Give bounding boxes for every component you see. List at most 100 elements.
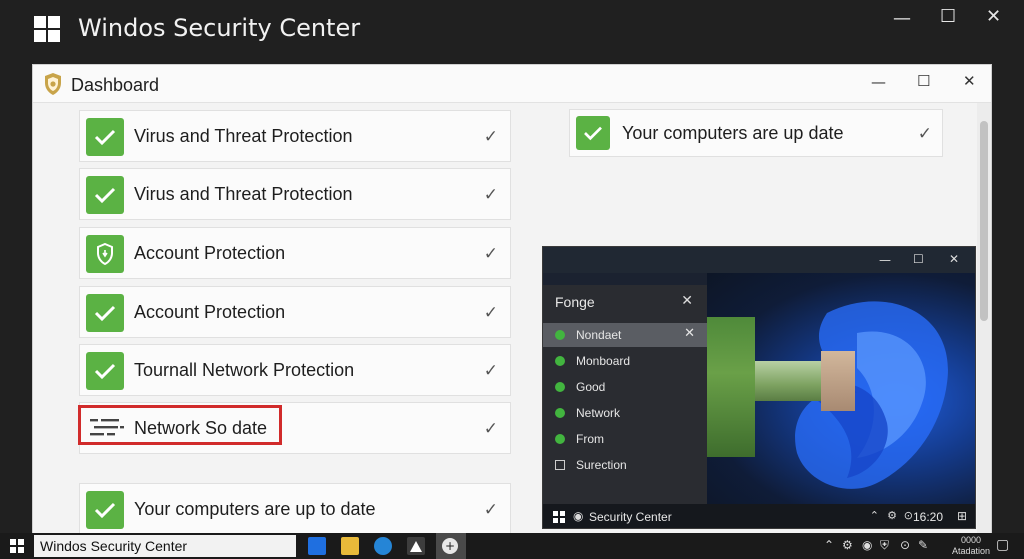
- minimize-button[interactable]: —: [893, 10, 911, 28]
- menu-item-monboard[interactable]: Monboard: [543, 349, 707, 373]
- dashboard-title: Dashboard: [71, 75, 160, 95]
- file-explorer-icon[interactable]: [341, 537, 359, 555]
- status-item-computers-up-date[interactable]: Your computers are up date ✓: [569, 109, 943, 157]
- notification-center-icon[interactable]: ▢: [996, 537, 1009, 553]
- active-app-slot[interactable]: +: [436, 533, 466, 559]
- checkmark-icon: ✓: [483, 361, 498, 381]
- checkmark-icon: ✓: [483, 303, 498, 323]
- check-icon: [86, 176, 124, 214]
- menu-item-nondaet[interactable]: Nondaet ✕: [543, 323, 707, 347]
- status-item-label: Account Protection: [134, 302, 286, 322]
- shield-icon: [86, 235, 124, 273]
- close-button[interactable]: ✕: [986, 8, 1001, 26]
- flyout-close-button[interactable]: ✕: [681, 293, 693, 309]
- status-item-label: Network So date: [134, 418, 268, 438]
- portrait-photo-image: [821, 351, 855, 411]
- status-dot-icon: [555, 408, 565, 418]
- status-item-account-2[interactable]: Account Protection ✓: [79, 286, 511, 338]
- status-item-label: Your computers are up to date: [134, 499, 376, 519]
- nested-maximize-button[interactable]: ☐: [913, 252, 924, 266]
- nested-taskbar: ◉ Security Center ⌃ ⚙ ⊙ 16:20 ⊞: [543, 504, 975, 528]
- tray-up-arrow-icon[interactable]: ⌃: [870, 509, 879, 522]
- start-button[interactable]: [10, 539, 24, 553]
- flyout-menu: Fonge ✕ Nondaet ✕ Monboard Good Network …: [543, 285, 707, 504]
- dashboard-minimize-button[interactable]: —: [871, 73, 886, 91]
- nested-clock: 16:20: [912, 510, 943, 524]
- taskbar: Windos Security Center + ⌃ ⚙ ◉ ⛨ ⊙ ✎ 000…: [0, 533, 1024, 559]
- windows-logo-icon: [34, 16, 60, 42]
- checkmark-icon: ✓: [483, 500, 498, 520]
- check-icon: [86, 294, 124, 332]
- checkmark-icon: ✓: [483, 185, 498, 205]
- app-title: Windos Security Center: [78, 14, 361, 42]
- menu-item-label: From: [576, 432, 604, 446]
- status-dot-icon: [555, 356, 565, 366]
- dashboard-close-button[interactable]: ✕: [963, 72, 976, 90]
- tray-volume-icon[interactable]: ⊙: [900, 538, 910, 552]
- dashboard-maximize-button[interactable]: ☐: [917, 72, 930, 90]
- menu-item-label: Good: [576, 380, 606, 394]
- windows-app-icon[interactable]: [308, 537, 326, 555]
- checkmark-icon: ✓: [917, 124, 932, 144]
- house-photo-image: [755, 361, 825, 401]
- status-item-label: Your computers are up date: [622, 123, 844, 143]
- status-dot-icon: [555, 382, 565, 392]
- flyout-title: Fonge: [555, 294, 595, 310]
- status-item-virus-1[interactable]: Virus and Threat Protection ✓: [79, 110, 511, 162]
- status-item-virus-2[interactable]: Virus and Threat Protection ✓: [79, 168, 511, 220]
- paint-app-icon[interactable]: [407, 537, 425, 555]
- checkmark-icon: ✓: [483, 244, 498, 264]
- scrollbar[interactable]: [977, 103, 991, 533]
- tray-pen-icon[interactable]: ✎: [918, 538, 928, 552]
- menu-item-good[interactable]: Good: [543, 375, 707, 399]
- shield-icon: [45, 73, 61, 95]
- network-lines-icon: [90, 419, 124, 436]
- scrollbar-thumb[interactable]: [980, 121, 988, 321]
- landscape-photo-image: [707, 317, 755, 457]
- taskbar-search-text: Windos Security Center: [40, 538, 188, 554]
- status-dot-icon: [555, 434, 565, 444]
- check-icon: [86, 118, 124, 156]
- outer-title-bar: Windos Security Center — ☐ ✕: [0, 0, 1024, 60]
- volume-tray-icon[interactable]: ⊙: [904, 509, 913, 522]
- taskbar-search-box[interactable]: Windos Security Center: [34, 535, 296, 557]
- checkmark-icon: ✓: [483, 419, 498, 439]
- nested-title-bar: — ☐ ✕: [543, 247, 975, 273]
- check-icon: [86, 491, 124, 529]
- taskbar-clock[interactable]: 0000 Atadation: [952, 535, 990, 557]
- nested-taskbar-label[interactable]: Security Center: [589, 510, 672, 524]
- status-item-network-date[interactable]: Network So date ✓: [78, 402, 511, 454]
- status-item-label: Virus and Threat Protection: [134, 184, 353, 204]
- tray-up-arrow-icon[interactable]: ⌃: [824, 538, 834, 552]
- dashboard-title-bar: Dashboard — ☐ ✕: [33, 65, 991, 103]
- edge-browser-icon[interactable]: [374, 537, 392, 555]
- status-item-label: Virus and Threat Protection: [134, 126, 353, 146]
- clock-date: Atadation: [951, 546, 990, 556]
- status-item-account-1[interactable]: Account Protection ✓: [79, 227, 511, 279]
- menu-item-network[interactable]: Network: [543, 401, 707, 425]
- square-icon: [555, 460, 565, 470]
- maximize-button[interactable]: ☐: [940, 8, 956, 26]
- close-icon[interactable]: ✕: [684, 326, 695, 341]
- status-item-up-to-date[interactable]: Your computers are up to date ✓: [79, 483, 511, 535]
- windows-logo-icon[interactable]: [553, 511, 565, 523]
- menu-item-label: Nondaet: [576, 328, 622, 342]
- security-center-icon[interactable]: ◉: [573, 509, 583, 523]
- menu-item-from[interactable]: From: [543, 427, 707, 451]
- menu-item-surection[interactable]: Surection: [543, 453, 707, 477]
- status-item-label: Tournall Network Protection: [134, 360, 355, 380]
- nested-close-button[interactable]: ✕: [949, 252, 959, 266]
- notification-icon[interactable]: ⊞: [957, 509, 967, 523]
- checkmark-icon: ✓: [483, 127, 498, 147]
- tray-app-icon[interactable]: ⚙: [842, 538, 853, 552]
- tray-status-icon[interactable]: ◉: [862, 538, 872, 552]
- menu-item-label: Monboard: [576, 354, 631, 368]
- nested-desktop-window: — ☐ ✕ Fonge ✕ Nondaet ✕ Monboard Good Ne…: [542, 246, 976, 529]
- status-item-network-protection[interactable]: Tournall Network Protection ✓: [79, 344, 511, 396]
- clock-time: 0000: [960, 535, 981, 545]
- network-tray-icon[interactable]: ⚙: [887, 509, 897, 522]
- status-item-label: Account Protection: [134, 243, 286, 263]
- nested-minimize-button[interactable]: —: [879, 253, 891, 267]
- tray-shield-icon[interactable]: ⛨: [880, 538, 889, 553]
- security-center-app-icon: +: [442, 538, 458, 554]
